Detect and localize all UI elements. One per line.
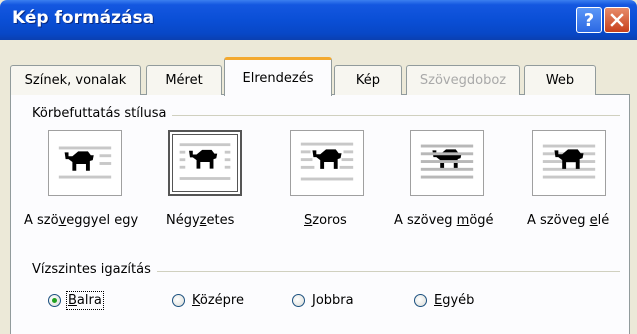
align-center-radio[interactable]: Középre: [172, 290, 244, 310]
wrap-in-front-option[interactable]: [532, 130, 606, 196]
wrap-square-label[interactable]: Négyzetes: [166, 213, 234, 228]
title-bar[interactable]: Kép formázása ?: [0, 0, 637, 40]
help-button[interactable]: ?: [576, 7, 602, 33]
tab-label: Színek, vonalak: [24, 73, 127, 88]
radio-button[interactable]: [292, 293, 305, 307]
label-part: etes: [206, 213, 235, 228]
tab-label: Elrendezés: [242, 70, 314, 86]
radio-button[interactable]: [414, 293, 427, 307]
label-part: gyéb: [442, 292, 475, 308]
tab-label: Méret: [165, 73, 203, 88]
access-key: z: [199, 213, 207, 228]
label-part: özépre: [199, 292, 244, 308]
horizontal-alignment-group-title: Vízszintes igazítás: [32, 262, 157, 277]
in-front-of-text-icon: [542, 144, 596, 179]
radio-button[interactable]: [172, 293, 185, 307]
label-part: zoros: [312, 213, 347, 228]
wrap-style-group-title: Körbefuttatás stílusa: [32, 106, 173, 121]
square-wrap-icon: [179, 143, 231, 180]
close-icon: [610, 13, 624, 27]
access-key: E: [434, 292, 443, 308]
tab-colors-lines[interactable]: Színek, vonalak: [10, 65, 141, 95]
behind-text-icon: [420, 144, 474, 179]
inline-with-text-icon: [58, 146, 112, 179]
tab-label: Web: [545, 73, 575, 88]
wrap-tight-label[interactable]: Szoros: [304, 213, 347, 228]
label-part: lé: [597, 213, 610, 228]
tab-web[interactable]: Web: [524, 65, 596, 95]
close-button[interactable]: [604, 7, 630, 33]
radio-label: Egyéb: [434, 293, 474, 308]
dialog-title: Kép formázása: [12, 8, 155, 28]
tab-picture[interactable]: Kép: [334, 65, 402, 95]
radio-button[interactable]: [48, 293, 61, 307]
radio-label: Középre: [192, 293, 244, 308]
tight-wrap-icon: [300, 142, 354, 181]
tab-label: Kép: [355, 73, 381, 88]
access-key: e: [589, 213, 598, 228]
label-part: A szö: [24, 213, 59, 228]
tab-layout[interactable]: Elrendezés: [224, 57, 332, 96]
access-key: K: [192, 292, 200, 308]
wrap-behind-option[interactable]: [410, 130, 484, 196]
tab-label: Szövegdoboz: [419, 73, 507, 88]
label-part: eggyel egy: [66, 213, 139, 228]
label-part: obbra: [315, 292, 354, 308]
align-left-radio[interactable]: Balra: [48, 290, 104, 310]
tab-strip: Színek, vonalak Méret Elrendezés Kép Szö…: [10, 57, 630, 96]
label-part: alra: [76, 292, 102, 308]
radio-label: Balra: [66, 290, 104, 310]
label-part: Négy: [166, 213, 200, 228]
tab-size[interactable]: Méret: [146, 65, 222, 95]
align-right-radio[interactable]: Jobbra: [292, 290, 354, 310]
tab-text-box: Szövegdoboz: [406, 65, 520, 95]
wrap-inline-option[interactable]: [48, 130, 122, 196]
wrap-in-front-label[interactable]: A szöveg elé: [527, 213, 609, 228]
radio-label: Jobbra: [312, 293, 354, 308]
wrap-behind-label[interactable]: A szöveg mögé: [394, 213, 494, 228]
format-picture-dialog: Kép formázása ? Színek, vonalak Méret El…: [0, 0, 637, 334]
label-part: A szöveg: [527, 213, 590, 228]
label-part: ögé: [469, 213, 494, 228]
access-key: m: [456, 213, 470, 228]
wrap-square-option[interactable]: [168, 130, 242, 196]
access-key: B: [68, 292, 77, 308]
align-other-radio[interactable]: Egyéb: [414, 290, 474, 310]
wrap-inline-label[interactable]: A szöveggyel egy: [24, 213, 138, 228]
wrap-tight-option[interactable]: [290, 130, 364, 196]
label-part: A szöveg: [394, 213, 457, 228]
